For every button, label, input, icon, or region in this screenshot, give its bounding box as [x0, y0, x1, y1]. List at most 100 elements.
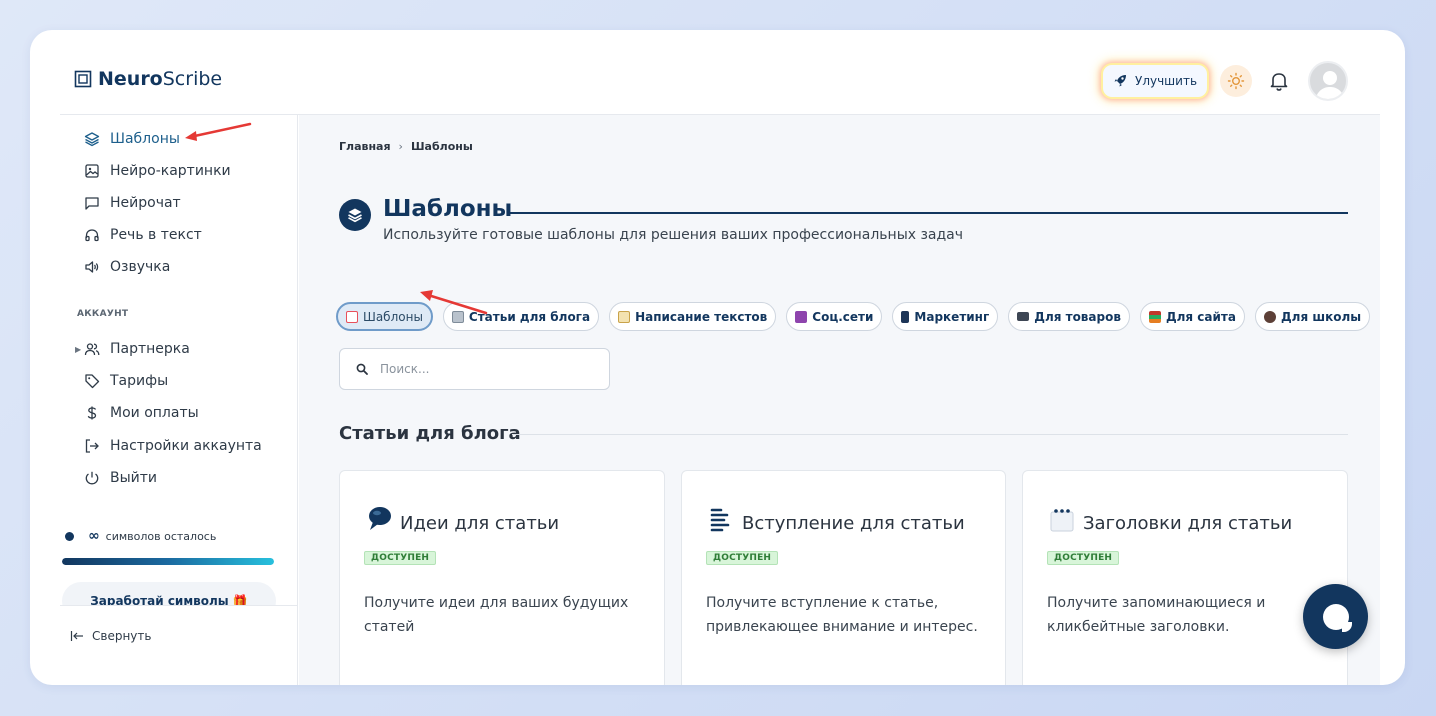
search-icon — [356, 363, 368, 375]
sidebar-item-label: Нейрочат — [110, 195, 181, 211]
speaker-icon — [85, 261, 99, 273]
chip-writing[interactable]: Написание текстов — [609, 302, 777, 331]
logout-arrow-icon — [85, 439, 99, 453]
sidebar-item-payments[interactable]: Мои оплаты — [84, 401, 199, 425]
template-description: Получите идеи для ваших будущих статей — [364, 595, 629, 635]
chip-marketing[interactable]: Маркетинг — [892, 302, 999, 331]
chat-bubble-icon — [1322, 603, 1352, 632]
chat-icon — [85, 197, 99, 210]
rocket-icon — [1114, 75, 1126, 87]
template-name: Вступление для статьи — [742, 513, 965, 534]
power-icon — [85, 471, 99, 485]
chip-label: Написание текстов — [635, 309, 768, 324]
theme-toggle[interactable] — [1220, 65, 1252, 97]
image-icon — [85, 164, 99, 178]
sidebar-item-partner[interactable]: Партнерка — [84, 337, 190, 361]
speech-bubble-icon — [369, 507, 391, 530]
annotation-arrow-icon — [420, 290, 488, 315]
dollar-icon — [87, 406, 97, 420]
symbols-text: символов осталось — [105, 529, 217, 543]
sidebar-item-logout[interactable]: Выйти — [84, 466, 157, 490]
template-description: Получите запоминающиеся и кликбейтные за… — [1047, 595, 1266, 635]
logo-light: Scribe — [162, 68, 223, 90]
chip-school[interactable]: Для школы — [1254, 302, 1371, 331]
laptop-icon — [1017, 312, 1030, 321]
collapse-label: Свернуть — [92, 629, 152, 643]
sidebar-item-label: Озвучка — [110, 259, 171, 275]
avatar[interactable] — [1308, 61, 1348, 101]
sidebar-item-label: Нейро-картинки — [110, 163, 231, 179]
section-divider — [512, 434, 1348, 435]
collapse-arrow-icon — [70, 631, 83, 641]
chip-label: Маркетинг — [914, 309, 990, 324]
owl-icon — [1263, 310, 1276, 323]
logo[interactable]: NeuroScribe — [74, 68, 222, 90]
account-section-label: АККАУНТ — [77, 309, 129, 319]
sidebar-item-account-settings[interactable]: Настройки аккаунта — [84, 434, 262, 458]
symbols-progress-fill — [62, 558, 274, 565]
checkbox-icon — [346, 310, 358, 323]
sun-icon — [1227, 72, 1245, 90]
sidebar-item-neurochat[interactable]: Нейрочат — [84, 191, 181, 215]
search-box — [339, 348, 610, 390]
chip-social[interactable]: Соц.сети — [786, 302, 883, 331]
logo-bold: Neuro — [98, 68, 163, 90]
chip-label: Для сайта — [1165, 309, 1236, 324]
phone-icon — [901, 310, 910, 323]
page-layers-icon — [339, 199, 371, 231]
sidebar-item-label: Тарифы — [110, 373, 169, 389]
headphones-icon — [85, 229, 99, 242]
sidebar-footer — [60, 606, 297, 685]
sidebar-item-label: Партнерка — [110, 341, 190, 357]
expand-caret-icon[interactable]: ▶ — [75, 345, 81, 354]
page-subtitle: Используйте готовые шаблоны для решения … — [383, 227, 964, 243]
symbols-counter: ∞ символов осталось — [65, 528, 216, 544]
user-avatar-icon — [1315, 71, 1345, 99]
sidebar-item-label: Выйти — [110, 470, 158, 486]
bell-icon[interactable] — [1268, 70, 1290, 92]
sidebar: Шаблоны Нейро-картинки Нейрочат Речь в т… — [60, 115, 298, 685]
users-icon — [84, 343, 100, 356]
symbols-progress-bar — [62, 558, 274, 565]
app-window: NeuroScribe Улучшить Шаблоны Нейро-карти… — [30, 30, 1405, 685]
tag-icon — [85, 374, 100, 389]
shopping-bags-icon — [795, 310, 808, 323]
title-divider — [510, 212, 1348, 214]
template-name: Идеи для статьи — [400, 513, 560, 534]
status-dot — [65, 531, 74, 541]
sidebar-item-label: Шаблоны — [110, 131, 180, 147]
search-input[interactable] — [380, 362, 580, 376]
sidebar-item-speech-to-text[interactable]: Речь в текст — [84, 223, 202, 247]
top-bar: NeuroScribe Улучшить — [30, 30, 1405, 114]
sidebar-item-tariffs[interactable]: Тарифы — [84, 369, 168, 393]
status-badge: ДОСТУПЕН — [706, 551, 779, 565]
breadcrumb: Главная › Шаблоны — [339, 140, 473, 153]
template-card[interactable]: Идеи для статьи ДОСТУПЕН Получите идеи д… — [339, 470, 665, 685]
sidebar-item-neuro-images[interactable]: Нейро-картинки — [84, 159, 231, 183]
chip-website[interactable]: Для сайта — [1139, 302, 1245, 331]
category-chips: Шаблоны Статьи для блога Написание текст… — [336, 302, 1380, 331]
sidebar-item-voiceover[interactable]: Озвучка — [84, 255, 170, 279]
page-title: Шаблоны — [383, 196, 513, 222]
template-card[interactable]: Заголовки для статьи ДОСТУПЕН Получите з… — [1022, 470, 1348, 685]
chip-label: Для товаров — [1034, 309, 1121, 324]
logo-icon — [74, 70, 92, 88]
upgrade-label: Улучшить — [1135, 74, 1198, 88]
section-title: Статьи для блога — [339, 423, 521, 444]
chip-label: Соц.сети — [812, 309, 874, 324]
breadcrumb-home[interactable]: Главная — [339, 140, 391, 153]
sidebar-item-label: Настройки аккаунта — [110, 438, 262, 454]
sidebar-item-templates[interactable]: Шаблоны — [84, 127, 180, 151]
annotation-arrow-icon — [185, 122, 252, 141]
books-icon — [1148, 310, 1161, 323]
chip-products[interactable]: Для товаров — [1008, 302, 1130, 331]
memo-icon — [618, 310, 631, 323]
chip-label: Шаблоны — [363, 309, 423, 324]
chat-widget-button[interactable] — [1303, 584, 1368, 649]
template-description: Получите вступление к статье, привлекающ… — [706, 595, 978, 635]
upgrade-button[interactable]: Улучшить — [1103, 65, 1208, 97]
main-content: Главная › Шаблоны Шаблоны Используйте го… — [299, 115, 1380, 685]
collapse-button[interactable]: Свернуть — [70, 629, 151, 643]
template-card[interactable]: Вступление для статьи ДОСТУПЕН Получите … — [681, 470, 1006, 685]
breadcrumb-separator: › — [398, 140, 403, 153]
